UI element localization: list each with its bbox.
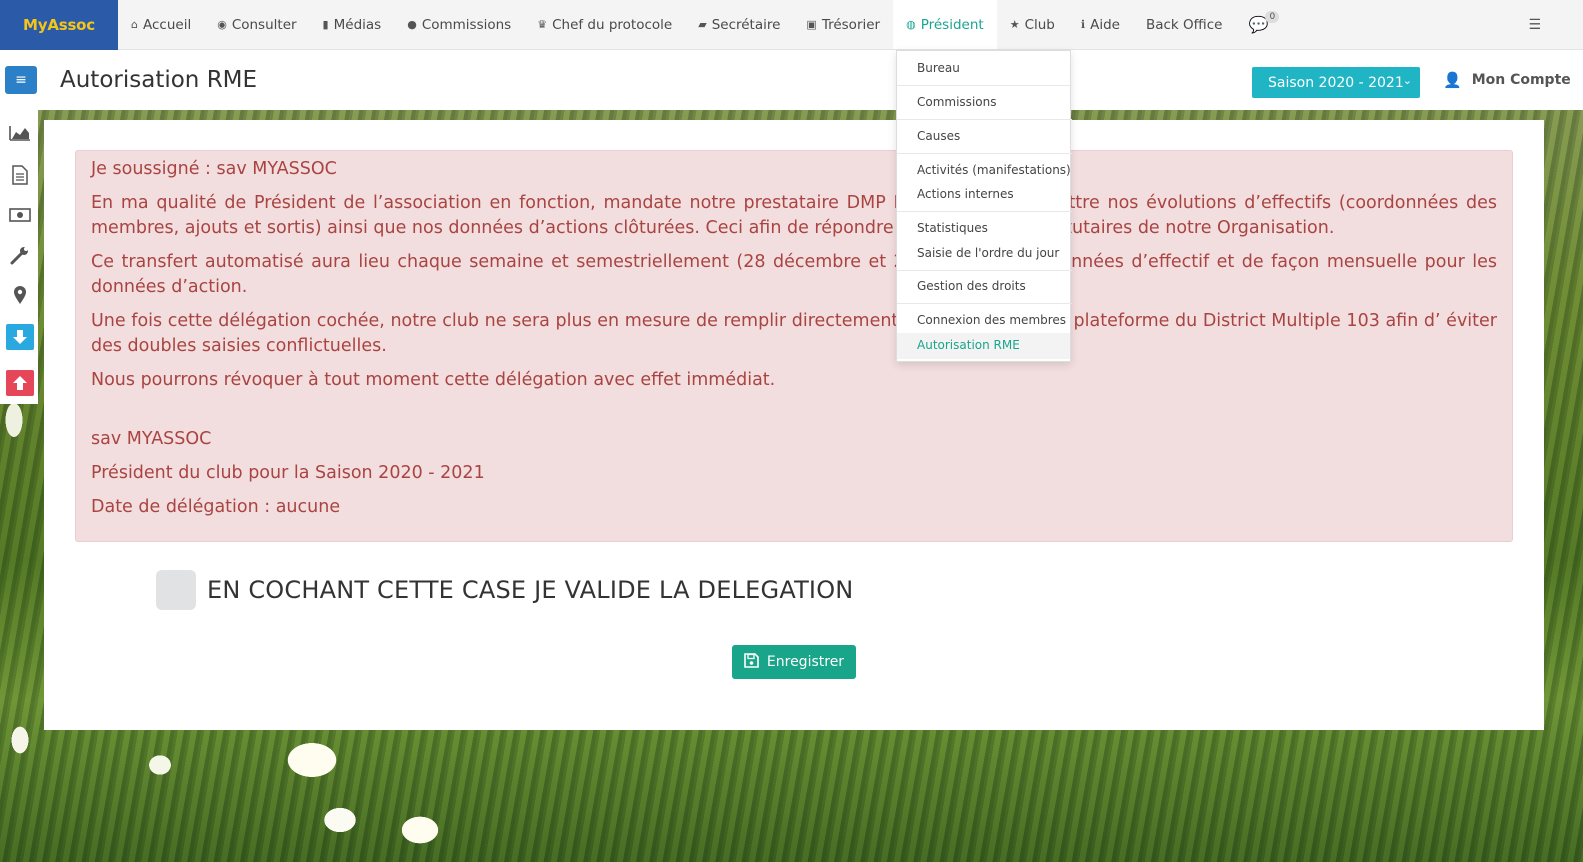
book-icon: ▰ [698,18,707,31]
dropdown-divider [897,153,1072,154]
map-pin-icon[interactable] [6,282,34,308]
upload-arrow-icon[interactable] [6,370,34,396]
star-icon: ★ [1009,18,1020,31]
dropdown-item-connexion-membres[interactable]: Connexion des membres [917,313,1066,327]
president-dropdown-menu: Bureau Commissions Causes Activités (man… [896,50,1072,362]
nav-accueil[interactable]: ⌂ Accueil [118,0,204,49]
dropdown-item-actions-internes[interactable]: Actions internes [917,187,1014,201]
delegation-alert: Je soussigné : sav MYASSOC En ma qualité… [75,150,1513,542]
info-icon: ℹ [1080,18,1086,31]
document-icon[interactable] [6,162,34,188]
nav-club[interactable]: ★ Club [997,0,1068,49]
money-icon[interactable] [6,202,34,228]
alert-signature-role: Président du club pour la Saison 2020 - … [91,463,485,483]
nav-label: Consulter [231,16,297,33]
dropdown-divider [897,119,1072,120]
dropdown-divider [897,211,1072,212]
nav-aide[interactable]: ℹ Aide [1068,0,1133,49]
alert-mandate-text: En ma qualité de Président de l’associat… [91,193,1497,238]
area-chart-icon[interactable] [6,120,34,146]
nav-label: Médias [333,16,382,33]
dropdown-item-bureau[interactable]: Bureau [917,61,960,75]
nav-label: Aide [1090,16,1120,33]
wrench-icon[interactable] [6,242,34,268]
delegation-checkbox-row: EN COCHANT CETTE CASE JE VALIDE LA DELEG… [156,570,853,610]
nav-tresorier[interactable]: ▣ Trésorier [793,0,893,49]
file-icon: ▮ [322,18,329,31]
user-circle-icon: ● [407,18,417,31]
main-nav: ⌂ Accueil ◉ Consulter ▮ Médias ● Commissions… [118,0,1291,49]
nav-president[interactable]: ◍ Président [893,0,997,49]
menu-icon[interactable]: ☰ [1528,17,1541,33]
nav-chef-protocole[interactable]: ♛ Chef du protocole [524,0,685,49]
delegation-checkbox[interactable] [156,570,196,610]
nav-label: Club [1024,16,1055,33]
floppy-disk-icon [744,652,759,672]
account-label: Mon Compte [1471,72,1571,88]
nav-medias[interactable]: ▮ Médias [310,0,395,49]
alert-signatory: Je soussigné : sav MYASSOC [91,159,337,179]
eye-icon: ◉ [217,18,227,31]
alert-transfer-text: Ce transfert automatisé aura lieu chaque… [91,252,1497,297]
sidebar-toggle-button[interactable]: ≡ [5,66,37,94]
menu-icon: ≡ [15,72,27,88]
nav-label: Back Office [1145,16,1223,33]
nav-label: Secrétaire [711,16,781,33]
alert-delegation-date: Date de délégation : aucune [91,497,341,517]
dropdown-item-ordre-du-jour[interactable]: Saisie de l'ordre du jour [917,246,1059,260]
nav-label: Président [920,16,984,33]
nav-label: Chef du protocole [552,16,673,33]
nav-secretaire[interactable]: ▰ Secrétaire [685,0,793,49]
dropdown-divider [897,303,1072,304]
nav-label: Accueil [142,16,192,33]
delegation-checkbox-label[interactable]: EN COCHANT CETTE CASE JE VALIDE LA DELEG… [207,576,853,604]
brand-logo[interactable]: MyAssoc [0,0,118,50]
account-menu[interactable]: 👤 Mon Compte [1443,71,1571,89]
dropdown-item-gestion-droits[interactable]: Gestion des droits [917,279,1026,293]
alert-spacer [91,402,1497,427]
dropdown-item-causes[interactable]: Causes [917,129,960,143]
main-panel: Je soussigné : sav MYASSOC En ma qualité… [44,120,1544,730]
dropdown-item-commissions[interactable]: Commissions [917,95,996,109]
nav-chat[interactable]: 💬 0 [1235,0,1291,49]
nav-label: Trésorier [821,16,881,33]
alert-consequence-text: Une fois cette délégation cochée, notre … [91,311,1497,356]
dropdown-divider [897,85,1072,86]
alert-signature-name: sav MYASSOC [91,429,212,449]
trophy-icon: ♛ [537,18,548,31]
dropdown-divider [897,270,1072,271]
page-title: Autorisation RME [60,67,258,93]
dropdown-item-activites[interactable]: Activités (manifestations) [917,163,1071,177]
money-icon: ▣ [806,18,817,31]
chevron-down-icon: ⌄ [1402,74,1412,87]
download-arrow-icon[interactable] [6,324,34,350]
dropdown-item-autorisation-rme[interactable]: Autorisation RME [917,338,1020,352]
alert-revoke-text: Nous pourrons révoquer à tout moment cet… [91,370,776,390]
season-select-value: Saison 2020 - 2021 [1268,74,1404,91]
save-button[interactable]: Enregistrer [732,645,856,679]
left-icon-rail [0,110,38,404]
home-icon: ⌂ [131,18,138,31]
save-button-label: Enregistrer [766,654,845,670]
chat-count-badge: 0 [1265,11,1280,23]
nav-consulter[interactable]: ◉ Consulter [204,0,309,49]
user-icon: 👤 [1443,71,1462,89]
nav-commissions[interactable]: ● Commissions [394,0,524,49]
nav-back-office[interactable]: Back Office [1133,0,1235,49]
globe-icon: ◍ [906,18,916,31]
dropdown-item-statistiques[interactable]: Statistiques [917,221,988,235]
top-navbar: MyAssoc ⌂ Accueil ◉ Consulter ▮ Médias ● Com… [0,0,1583,50]
nav-label: Commissions [421,16,512,33]
season-select[interactable]: Saison 2020 - 2021 ⌄ [1252,67,1420,98]
